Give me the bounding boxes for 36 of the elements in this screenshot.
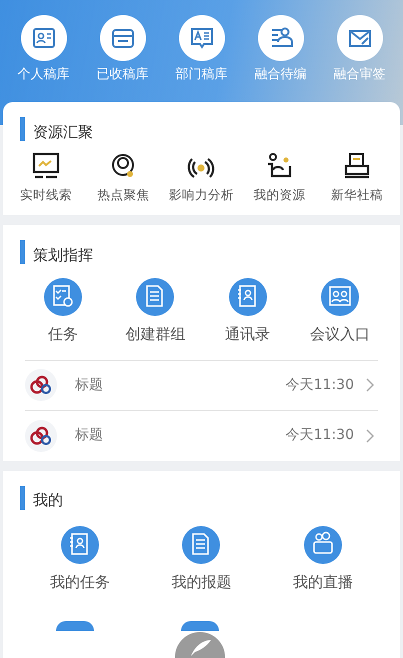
shortcut-label[interactable]: 我的报题 [171, 570, 232, 593]
contact-card-icon[interactable] [228, 277, 268, 317]
list-row[interactable]: 标题 今天11:30 [25, 410, 378, 460]
partial-icon[interactable] [56, 621, 94, 631]
shortcut-label[interactable]: 实时线索 [20, 186, 72, 205]
shortcut-label[interactable]: 通讯录 [225, 323, 270, 346]
shortcut-label[interactable]: 我的直播 [293, 570, 354, 593]
shortcut-label[interactable]: 任务 [48, 323, 78, 346]
shortcut-label[interactable]: 我的资源 [253, 186, 306, 205]
chevron-right-icon [366, 428, 374, 442]
row-time: 今天11:30 [286, 426, 354, 445]
id-badge-icon[interactable] [60, 524, 100, 564]
feather-icon[interactable] [175, 632, 225, 658]
shortcut-label[interactable]: 会议入口 [310, 323, 370, 346]
shortcut-label[interactable]: 创建群组 [125, 323, 186, 346]
shortcut-label[interactable]: 我的任务 [50, 570, 110, 593]
chevron-right-icon [366, 378, 374, 392]
list-row[interactable]: 标题 今天11:30 [25, 360, 378, 410]
section-title: 策划指挥 [33, 244, 93, 266]
shortcut-label[interactable]: 新华社稿 [331, 186, 384, 205]
row-time: 今天11:30 [286, 376, 354, 394]
row-title: 标题 [75, 426, 104, 445]
section-marker [20, 240, 25, 264]
checklist-icon[interactable] [43, 277, 83, 317]
document-icon[interactable] [135, 277, 176, 317]
report-icon[interactable] [181, 524, 222, 564]
row-title: 标题 [75, 376, 104, 394]
section-title: 我的 [33, 490, 63, 512]
group-icon[interactable] [320, 277, 360, 317]
partial-icon[interactable] [181, 621, 219, 631]
camera-icon[interactable] [303, 524, 344, 564]
section-title: 资源汇聚 [33, 122, 93, 143]
section-marker [20, 117, 25, 141]
shortcut-label[interactable]: 影响力分析 [168, 186, 234, 205]
section-marker [20, 486, 25, 510]
shortcut-label[interactable]: 热点聚焦 [98, 186, 150, 205]
